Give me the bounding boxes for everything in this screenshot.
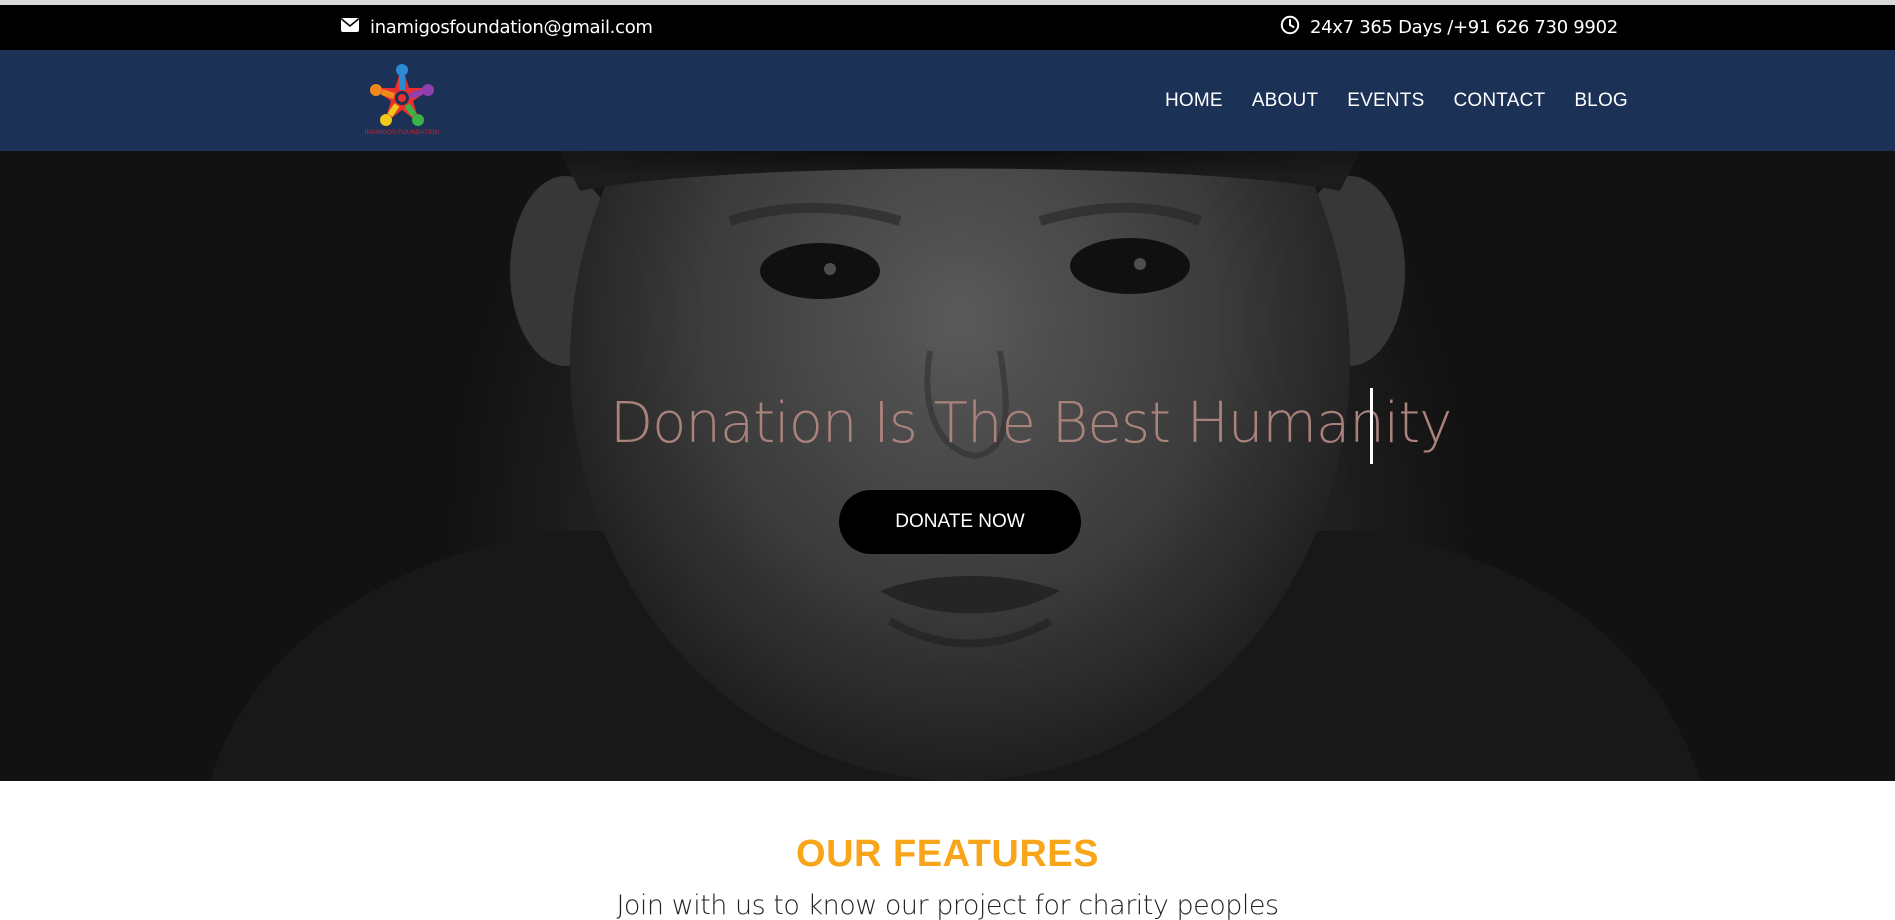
clock-icon xyxy=(1280,15,1300,40)
hero-overlay xyxy=(0,151,1895,781)
nav-item-home[interactable]: HOME xyxy=(1165,90,1223,112)
nav-item-events[interactable]: EVENTS xyxy=(1347,90,1424,112)
donate-now-button[interactable]: DONATE NOW xyxy=(839,490,1081,554)
foundation-logo[interactable]: INAMIGOS FOUNDATION xyxy=(360,60,444,140)
page: inamigosfoundation@gmail.com 24x7 365 Da… xyxy=(0,0,1895,920)
main-navbar: INAMIGOS FOUNDATION HOME ABOUT EVENTS CO… xyxy=(0,50,1895,151)
nav-item-contact[interactable]: CONTACT xyxy=(1453,90,1545,112)
email-text: inamigosfoundation@gmail.com xyxy=(370,17,653,38)
features-subtitle: Join with us to know our project for cha… xyxy=(616,890,1279,920)
nav-item-about[interactable]: ABOUT xyxy=(1252,90,1318,112)
hero-banner: Donation Is The Best Humanity DONATE NOW xyxy=(0,151,1895,781)
typing-cursor xyxy=(1370,388,1373,464)
logo-text: INAMIGOS FOUNDATION xyxy=(364,130,440,136)
hours-text: 24x7 365 Days /+91 626 730 9902 xyxy=(1310,17,1618,38)
logo-star-icon xyxy=(370,64,434,126)
hours-phone-contact: 24x7 365 Days /+91 626 730 9902 xyxy=(1280,5,1618,50)
top-contact-bar: inamigosfoundation@gmail.com 24x7 365 Da… xyxy=(0,5,1895,50)
nav-item-blog[interactable]: BLOG xyxy=(1574,90,1628,112)
email-contact[interactable]: inamigosfoundation@gmail.com xyxy=(340,5,653,50)
features-heading: OUR FEATURES xyxy=(796,833,1099,875)
envelope-icon xyxy=(340,17,360,38)
hero-title: Donation Is The Best Humanity xyxy=(610,391,1452,456)
nav-menu: HOME ABOUT EVENTS CONTACT BLOG xyxy=(1165,50,1628,151)
